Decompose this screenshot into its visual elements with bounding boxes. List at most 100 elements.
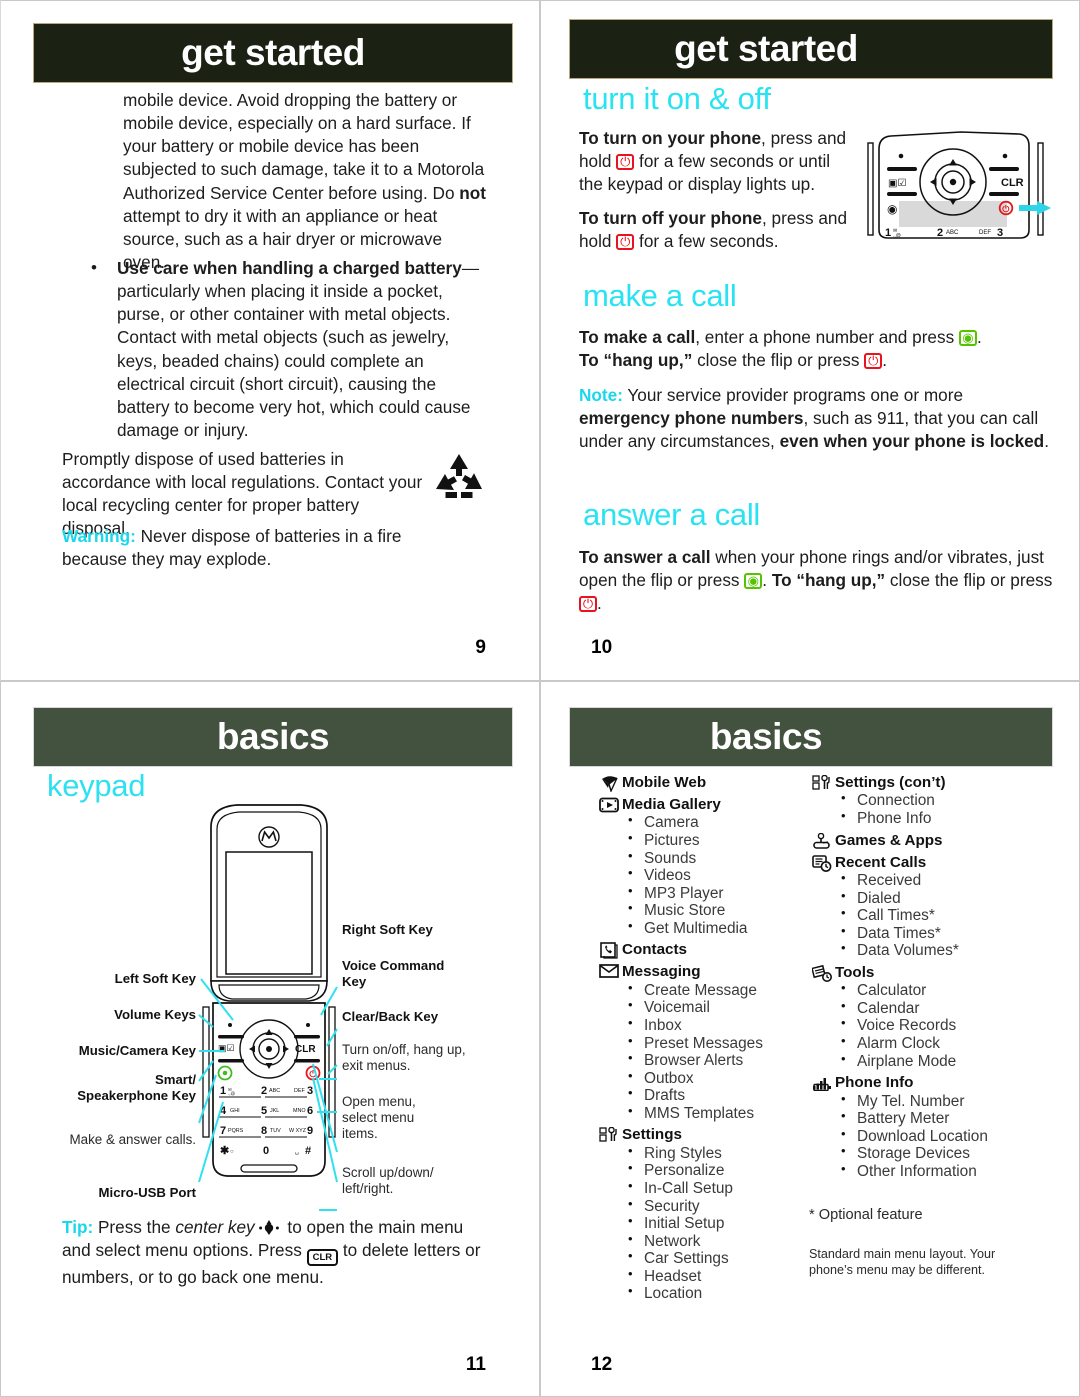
label-voice-command-key: Voice Command Key bbox=[342, 958, 445, 989]
menu-sub-item[interactable]: Security bbox=[622, 1197, 796, 1216]
menu-sub-item[interactable]: Outbox bbox=[622, 1069, 796, 1088]
menu-group-label[interactable]: Settings bbox=[622, 1126, 796, 1143]
menu-sub-item[interactable]: Download Location bbox=[835, 1127, 1019, 1146]
label-open-menu: Open menu, select menu items. bbox=[342, 1094, 416, 1141]
menu-sub-item[interactable]: Dialed bbox=[835, 889, 1019, 908]
answer-call-paragraph: To answer a call when your phone rings a… bbox=[579, 546, 1057, 615]
bullet-bold: Use care when handling a charged battery bbox=[117, 258, 462, 278]
menu-sub-item[interactable]: Pictures bbox=[622, 831, 796, 850]
menu-sub-item[interactable]: Calculator bbox=[835, 981, 1019, 1000]
menu-sub-item[interactable]: Other Information bbox=[835, 1162, 1019, 1181]
menu-sub-item[interactable]: My Tel. Number bbox=[835, 1092, 1019, 1111]
svg-text:◉: ◉ bbox=[887, 202, 897, 216]
menu-sub-item[interactable]: Initial Setup bbox=[622, 1214, 796, 1233]
menu-sub-item[interactable]: Voicemail bbox=[622, 998, 796, 1017]
menu-sub-item[interactable]: Personalize bbox=[622, 1161, 796, 1180]
power-key-icon-1: ⏻ bbox=[616, 154, 635, 171]
menu-sub-item[interactable]: Ring Styles bbox=[622, 1144, 796, 1163]
svg-text:⏻: ⏻ bbox=[1002, 204, 1010, 214]
answer-c: close the flip or press bbox=[885, 570, 1053, 591]
menu-sub-item[interactable]: Preset Messages bbox=[622, 1034, 796, 1053]
note-c: . bbox=[1044, 431, 1049, 452]
menu-sub-item[interactable]: Car Settings bbox=[622, 1249, 796, 1268]
menu-sub-item[interactable]: Headset bbox=[622, 1267, 796, 1286]
menu-group-label[interactable]: Messaging bbox=[622, 963, 796, 980]
menu-sub-item[interactable]: Camera bbox=[622, 813, 796, 832]
menu-sub-item[interactable]: Received bbox=[835, 871, 1019, 890]
menu-sub-item[interactable]: Drafts bbox=[622, 1086, 796, 1105]
menu-sub-item[interactable]: Calendar bbox=[835, 999, 1019, 1018]
menu-group-label[interactable]: Mobile Web bbox=[622, 774, 796, 791]
menu-sub-list: Ring StylesPersonalizeIn-Call SetupSecur… bbox=[622, 1144, 796, 1303]
svg-text:ABC: ABC bbox=[946, 230, 959, 236]
note-label: Note: bbox=[579, 385, 623, 405]
page-12: basics Mobile Web Media GalleryCameraPict… bbox=[540, 681, 1080, 1397]
menu-sub-item[interactable]: In-Call Setup bbox=[622, 1179, 796, 1198]
menu-sub-item[interactable]: Get Multimedia bbox=[622, 919, 796, 938]
hangup-b: . bbox=[882, 350, 888, 371]
page-12-banner: basics bbox=[569, 707, 1053, 767]
menu-sub-item[interactable]: Browser Alerts bbox=[622, 1051, 796, 1070]
menu-group-label[interactable]: Contacts bbox=[622, 941, 796, 958]
menu-sub-item[interactable]: Sounds bbox=[622, 849, 796, 868]
menu-sub-item[interactable]: Music Store bbox=[622, 901, 796, 920]
recent-calls-icon bbox=[809, 854, 835, 872]
tip-a: Press the bbox=[93, 1217, 176, 1237]
menu-sub-item[interactable]: Videos bbox=[622, 866, 796, 885]
menu-group: Mobile Web bbox=[596, 774, 796, 792]
manual-spread: get started mobile device. Avoid droppin… bbox=[0, 0, 1080, 1397]
make-bold: To make a call bbox=[579, 327, 696, 347]
menu-group-label[interactable]: Phone Info bbox=[835, 1074, 1019, 1091]
menu-group-label[interactable]: Media Gallery bbox=[622, 796, 796, 813]
svg-text:DEF: DEF bbox=[979, 230, 991, 236]
mobile-web-icon bbox=[596, 774, 622, 792]
menu-sub-item[interactable]: Alarm Clock bbox=[835, 1034, 1019, 1053]
send-key-icon-1: ◉ bbox=[958, 330, 977, 346]
page-9-banner: get started bbox=[33, 23, 513, 83]
menu-column-right: Settings (con’t)ConnectionPhone InfoGame… bbox=[809, 770, 1019, 1180]
menu-sub-item[interactable]: Data Volumes* bbox=[835, 941, 1019, 960]
menu-group: Media GalleryCameraPicturesSoundsVideosM… bbox=[596, 796, 796, 937]
menu-sub-item[interactable]: Phone Info bbox=[835, 809, 1019, 828]
optional-feature-footnote: * Optional feature bbox=[809, 1207, 923, 1223]
power-key-icon-2: ⏻ bbox=[616, 234, 635, 251]
menu-group-label[interactable]: Recent Calls bbox=[835, 854, 1019, 871]
label-turn-onoff-hangup: Turn on/off, hang up, exit menus. bbox=[342, 1042, 466, 1073]
page-12-banner-title: basics bbox=[709, 716, 823, 757]
menu-sub-item[interactable]: Airplane Mode bbox=[835, 1052, 1019, 1071]
menu-group-label[interactable]: Settings (con’t) bbox=[835, 774, 1019, 791]
menu-group: Phone InfoMy Tel. NumberBattery MeterDow… bbox=[809, 1074, 1019, 1180]
section-turn-it-on-off: turn it on & off bbox=[583, 81, 771, 116]
make-b: . bbox=[976, 327, 982, 347]
menu-sub-item[interactable]: Voice Records bbox=[835, 1016, 1019, 1035]
center-key-icon bbox=[258, 1220, 279, 1235]
recycle-icon bbox=[433, 451, 485, 501]
menu-sub-item[interactable]: Storage Devices bbox=[835, 1144, 1019, 1163]
menu-sub-item[interactable]: Network bbox=[622, 1232, 796, 1251]
turn-off-bold: To turn off your phone bbox=[579, 208, 762, 228]
menu-sub-item[interactable]: Connection bbox=[835, 791, 1019, 810]
tip-italic: center key bbox=[175, 1217, 255, 1237]
warning-label: Warning: bbox=[62, 526, 136, 546]
menu-sub-item[interactable]: Call Times* bbox=[835, 906, 1019, 925]
answer-d: . bbox=[597, 593, 602, 614]
label-music-camera-key: Music/Camera Key bbox=[78, 1043, 196, 1058]
page-11: basics keypad ▣☑ CLR ⏻ 1 ✉ .,@ 2 ABC DEF… bbox=[0, 681, 540, 1397]
menu-group-label[interactable]: Tools bbox=[835, 964, 1019, 981]
messaging-icon bbox=[596, 963, 622, 979]
menu-sub-item[interactable]: MP3 Player bbox=[622, 884, 796, 903]
settings-icon bbox=[596, 1126, 622, 1143]
menu-sub-item[interactable]: Data Times* bbox=[835, 924, 1019, 943]
leader-lines bbox=[198, 978, 338, 1211]
menu-sub-item[interactable]: Inbox bbox=[622, 1016, 796, 1035]
note-bold-1: emergency phone numbers bbox=[579, 408, 804, 429]
label-right-soft-key: Right Soft Key bbox=[342, 922, 433, 937]
menu-sub-item[interactable]: Battery Meter bbox=[835, 1109, 1019, 1128]
menu-sub-item[interactable]: MMS Templates bbox=[622, 1104, 796, 1123]
menu-sub-item[interactable]: Create Message bbox=[622, 981, 796, 1000]
svg-text:1: 1 bbox=[885, 227, 891, 239]
menu-group-label[interactable]: Games & Apps bbox=[835, 832, 1019, 849]
menu-sub-item[interactable]: Location bbox=[622, 1284, 796, 1303]
menu-sub-list: CameraPicturesSoundsVideosMP3 PlayerMusi… bbox=[622, 813, 796, 938]
turn-off-paragraph: To turn off your phone, press and hold ⏻… bbox=[579, 207, 849, 253]
